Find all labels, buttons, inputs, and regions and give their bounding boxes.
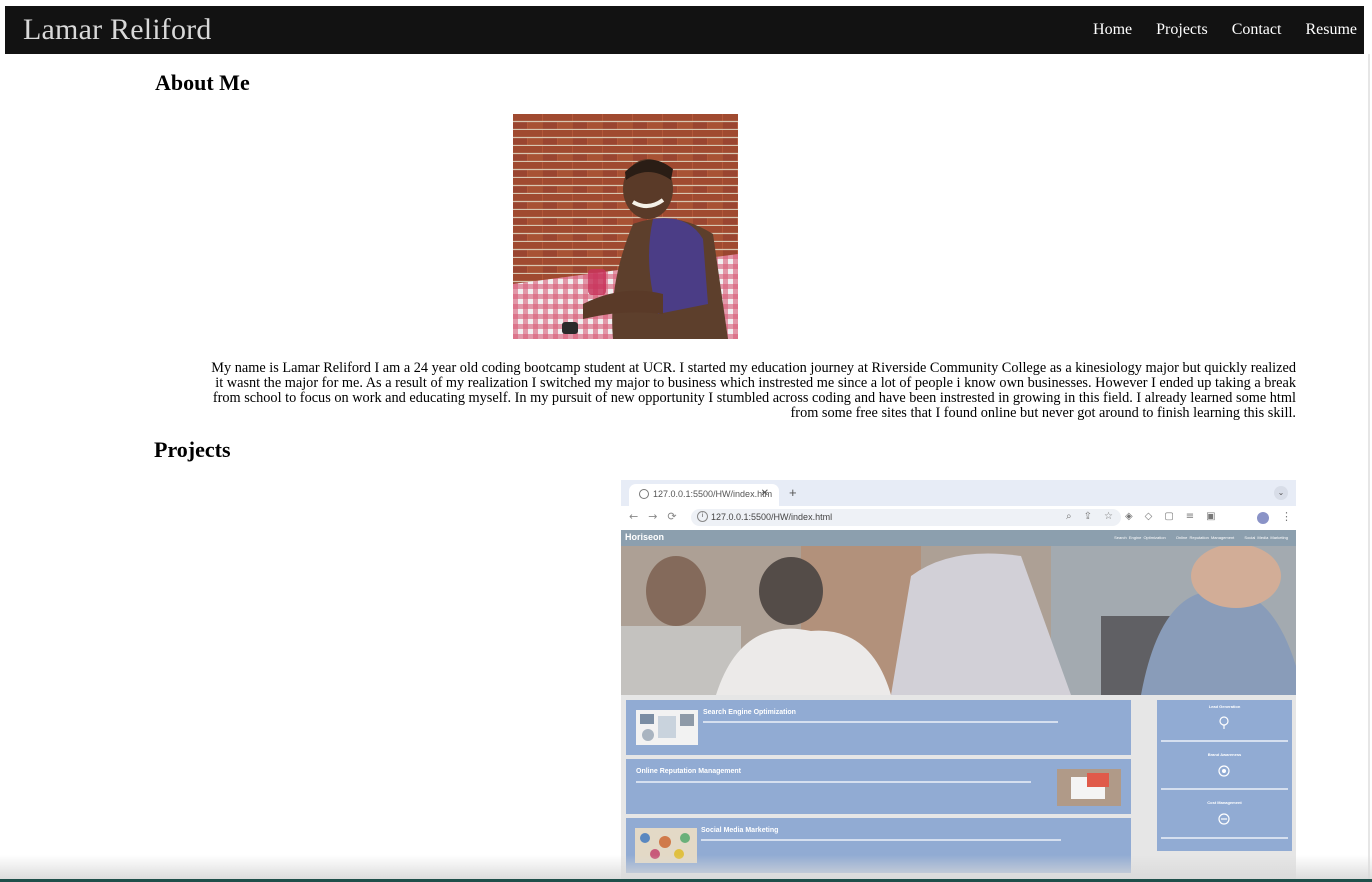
horiseon-logo: Horiseon: [625, 532, 665, 542]
profile-photo: [513, 114, 738, 339]
about-paragraph: My name is Lamar Reliford I am a 24 year…: [211, 360, 1296, 421]
nav-link-resume[interactable]: Resume: [1305, 21, 1357, 39]
about-heading: About Me: [155, 70, 250, 95]
aside-heading: Brand Awareness: [1207, 752, 1242, 757]
project-screenshot[interactable]: 127.0.0.1:5500/HW/index.htm ✕ + ⌄ ←→⟳ i …: [621, 480, 1296, 882]
aside-heading: Lead Generation: [1208, 704, 1241, 709]
horiseon-hero-image: [621, 546, 1296, 695]
window-bottom-shadow: [0, 855, 1372, 882]
globe-icon: [639, 489, 649, 499]
card-text: [703, 721, 1058, 723]
info-icon: i: [697, 511, 708, 522]
avatar: [1257, 512, 1269, 524]
scrollbar-track[interactable]: [1368, 54, 1370, 882]
horiseon-nav-item: Search Engine Optimization: [1114, 535, 1166, 540]
orm-thumbnail: [1057, 769, 1121, 806]
browser-url: 127.0.0.1:5500/HW/index.html: [711, 512, 833, 522]
browser-nav-icons: ←→⟳: [629, 510, 687, 523]
horiseon-header: Horiseon Search Engine Optimization Onli…: [621, 530, 1296, 546]
card-text: [701, 839, 1061, 841]
horiseon-nav: Search Engine Optimization Online Reputa…: [1106, 535, 1288, 540]
aside-text: [1161, 837, 1288, 839]
browser-tab-title: 127.0.0.1:5500/HW/index.htm: [653, 489, 773, 499]
horiseon-card-seo: Search Engine Optimization: [626, 700, 1131, 755]
aside-text: [1161, 788, 1288, 790]
browser-toolbar-icons: ⌕⇪☆◈◇▢≡▣: [1066, 511, 1228, 522]
chevron-down-icon: ⌄: [1274, 486, 1288, 500]
navbar: Lamar Reliford Home Projects Contact Res…: [5, 6, 1364, 54]
cost-icon: [1218, 813, 1230, 825]
aside-heading: Cost Management: [1207, 800, 1242, 805]
brand-icon: [1218, 765, 1230, 777]
nav-link-contact[interactable]: Contact: [1232, 21, 1282, 39]
nav-links: Home Projects Contact Resume: [1069, 21, 1357, 39]
browser-tabbar: 127.0.0.1:5500/HW/index.htm ✕ + ⌄: [621, 480, 1296, 506]
horiseon-card-orm: Online Reputation Management: [626, 759, 1131, 814]
card-title: Search Engine Optimization: [703, 709, 796, 716]
nav-link-projects[interactable]: Projects: [1156, 21, 1208, 39]
card-title: Social Media Marketing: [701, 827, 779, 834]
horiseon-benefits-aside: Lead Generation Brand Awareness Cost Man…: [1157, 700, 1292, 851]
card-title: Online Reputation Management: [636, 768, 742, 775]
projects-heading: Projects: [154, 437, 231, 462]
browser-tab: 127.0.0.1:5500/HW/index.htm ✕: [629, 484, 779, 506]
plus-icon: +: [789, 485, 797, 500]
browser-omnibox: i 127.0.0.1:5500/HW/index.html: [691, 509, 1121, 526]
seo-thumbnail: [636, 710, 698, 745]
site-brand[interactable]: Lamar Reliford: [23, 13, 212, 47]
nav-link-home[interactable]: Home: [1093, 21, 1132, 39]
horiseon-nav-item: Social Media Marketing: [1244, 535, 1288, 540]
card-text: [636, 781, 1031, 783]
lead-icon: [1219, 716, 1229, 729]
horiseon-nav-item: Online Reputation Management: [1175, 535, 1235, 540]
kebab-menu-icon: ⋮: [1281, 510, 1292, 523]
browser-address-bar: ←→⟳ i 127.0.0.1:5500/HW/index.html ⌕⇪☆◈◇…: [621, 506, 1296, 531]
aside-text: [1161, 740, 1288, 742]
close-icon: ✕: [760, 488, 769, 499]
